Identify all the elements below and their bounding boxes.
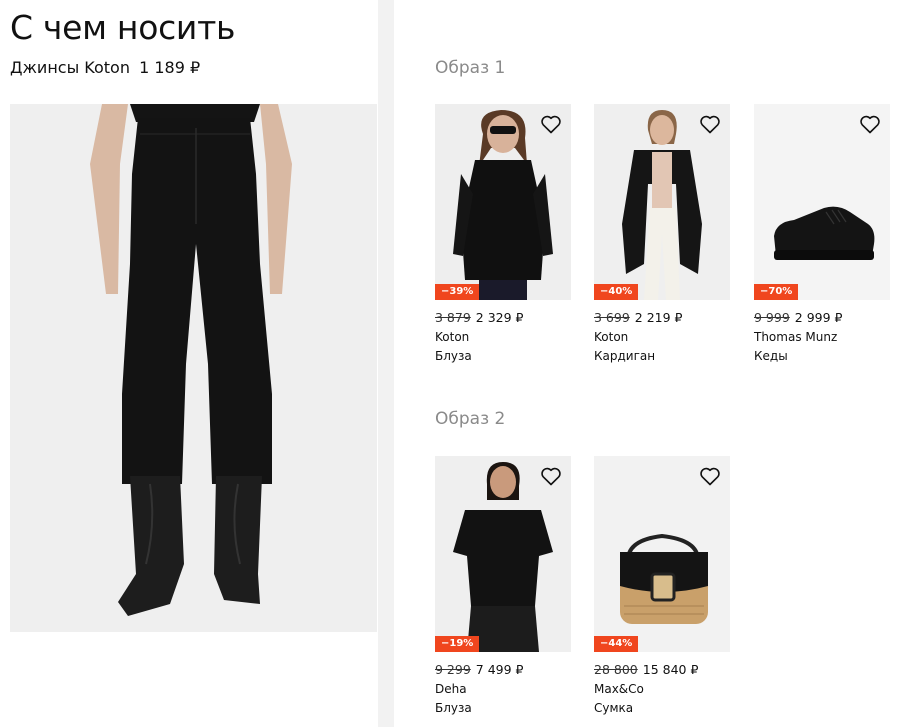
brand-name: Koton [594, 330, 629, 344]
current-price: 15 840 ₽ [642, 662, 699, 677]
brand-name: Koton [435, 330, 470, 344]
old-price: 9 999 [754, 310, 790, 325]
price-row: 3 879 2 329 ₽ [435, 310, 571, 325]
discount-badge: −44% [594, 636, 639, 652]
heart-outline-icon[interactable] [539, 112, 563, 136]
current-price: 7 499 ₽ [475, 662, 524, 677]
look-1-item-1[interactable]: −39% 3 879 2 329 ₽ Koton Блуза [435, 104, 571, 363]
look-2-title: Образ 2 [435, 409, 506, 429]
old-price: 3 699 [594, 310, 630, 325]
product-name[interactable]: Джинсы Koton [10, 58, 130, 77]
price-row: 9 999 2 999 ₽ [754, 310, 890, 325]
look-2-item-2[interactable]: −44% 28 800 15 840 ₽ Max&Co Сумка [594, 456, 730, 715]
main-product-photo[interactable] [10, 104, 377, 632]
current-price: 2 329 ₽ [475, 310, 524, 325]
looks-panel: Образ 1 −39% 3 879 2 329 ₽ Koton Блуза −… [394, 0, 902, 727]
price-row: 3 699 2 219 ₽ [594, 310, 730, 325]
panel-divider [378, 0, 394, 727]
product-type: Сумка [594, 701, 634, 715]
discount-badge: −19% [435, 636, 480, 652]
heart-outline-icon[interactable] [858, 112, 882, 136]
look-1-title: Образ 1 [435, 58, 506, 78]
product-photo[interactable]: −40% [594, 104, 730, 300]
product-photo[interactable]: −39% [435, 104, 571, 300]
look-1-item-2[interactable]: −40% 3 699 2 219 ₽ Koton Кардиган [594, 104, 730, 363]
product-price: 1 189 ₽ [139, 58, 201, 77]
product-photo[interactable]: −70% [754, 104, 890, 300]
jeans-model-image [10, 104, 377, 632]
heart-outline-icon[interactable] [539, 464, 563, 488]
heart-outline-icon[interactable] [698, 464, 722, 488]
product-type: Блуза [435, 701, 472, 715]
old-price: 3 879 [435, 310, 471, 325]
current-price: 2 999 ₽ [794, 310, 843, 325]
product-photo[interactable]: −44% [594, 456, 730, 652]
brand-name: Deha [435, 682, 467, 696]
product-photo[interactable]: −19% [435, 456, 571, 652]
old-price: 9 299 [435, 662, 471, 677]
heart-outline-icon[interactable] [698, 112, 722, 136]
price-row: 28 800 15 840 ₽ [594, 662, 730, 677]
look-2-item-1[interactable]: −19% 9 299 7 499 ₽ Deha Блуза [435, 456, 571, 715]
product-type: Кеды [754, 349, 788, 363]
page-title: С чем носить [10, 8, 236, 47]
discount-badge: −40% [594, 284, 639, 300]
brand-name: Max&Co [594, 682, 644, 696]
old-price: 28 800 [594, 662, 638, 677]
product-type: Кардиган [594, 349, 656, 363]
left-panel: С чем носить Джинсы Koton 1 189 ₽ [0, 0, 378, 727]
price-row: 9 299 7 499 ₽ [435, 662, 571, 677]
discount-badge: −39% [435, 284, 480, 300]
discount-badge: −70% [754, 284, 799, 300]
product-subtitle: Джинсы Koton 1 189 ₽ [10, 58, 200, 77]
current-price: 2 219 ₽ [634, 310, 683, 325]
brand-name: Thomas Munz [754, 330, 838, 344]
look-1-item-3[interactable]: −70% 9 999 2 999 ₽ Thomas Munz Кеды [754, 104, 890, 363]
product-type: Блуза [435, 349, 472, 363]
